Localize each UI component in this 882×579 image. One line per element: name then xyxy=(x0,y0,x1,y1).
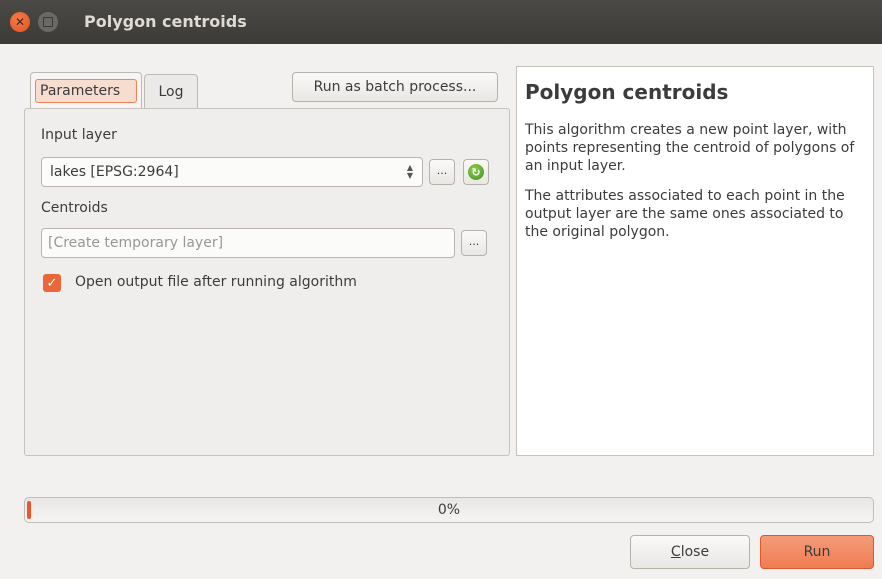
input-layer-value: lakes [EPSG:2964] xyxy=(50,164,179,180)
centroids-label: Centroids xyxy=(41,200,108,216)
progress-bar: 0% xyxy=(24,497,874,523)
window-title: Polygon centroids xyxy=(84,12,247,31)
combo-arrows-icon: ▲ ▼ xyxy=(406,163,414,180)
centroids-browse-button[interactable]: ... xyxy=(461,230,487,256)
parameters-panel: Parameters Log Run as batch process... I… xyxy=(24,66,510,456)
progress-text: 0% xyxy=(437,502,461,518)
input-layer-browse-button[interactable]: ... xyxy=(429,159,455,185)
help-paragraph: This algorithm creates a new point layer… xyxy=(525,122,855,174)
input-layer-select[interactable]: lakes [EPSG:2964] ▲ ▼ xyxy=(41,157,423,187)
help-title: Polygon centroids xyxy=(525,80,729,104)
tab-log[interactable]: Log xyxy=(144,74,198,110)
input-layer-iterate-button[interactable]: ↻ xyxy=(463,159,489,185)
tab-parameters-label: Parameters xyxy=(35,79,137,103)
input-layer-label: Input layer xyxy=(41,127,117,143)
title-bar: ✕ Polygon centroids xyxy=(0,0,882,44)
refresh-icon: ↻ xyxy=(468,164,484,180)
window-close-icon[interactable]: ✕ xyxy=(10,12,30,32)
tab-parameters[interactable]: Parameters xyxy=(30,72,142,108)
window-minimize-icon[interactable] xyxy=(38,12,58,32)
parameters-body: Input layer lakes [EPSG:2964] ▲ ▼ ... ↻ C… xyxy=(24,108,510,456)
centroids-output-input[interactable] xyxy=(41,228,455,258)
help-panel: Polygon centroids This algorithm creates… xyxy=(516,66,874,456)
help-paragraph: The attributes associated to each point … xyxy=(525,188,845,240)
run-batch-button[interactable]: Run as batch process... xyxy=(292,72,498,102)
open-output-label: Open output file after running algorithm xyxy=(75,274,357,290)
open-output-checkbox[interactable]: ✓ xyxy=(43,274,61,292)
run-button[interactable]: Run xyxy=(760,535,874,569)
close-button[interactable]: Close xyxy=(630,535,750,569)
